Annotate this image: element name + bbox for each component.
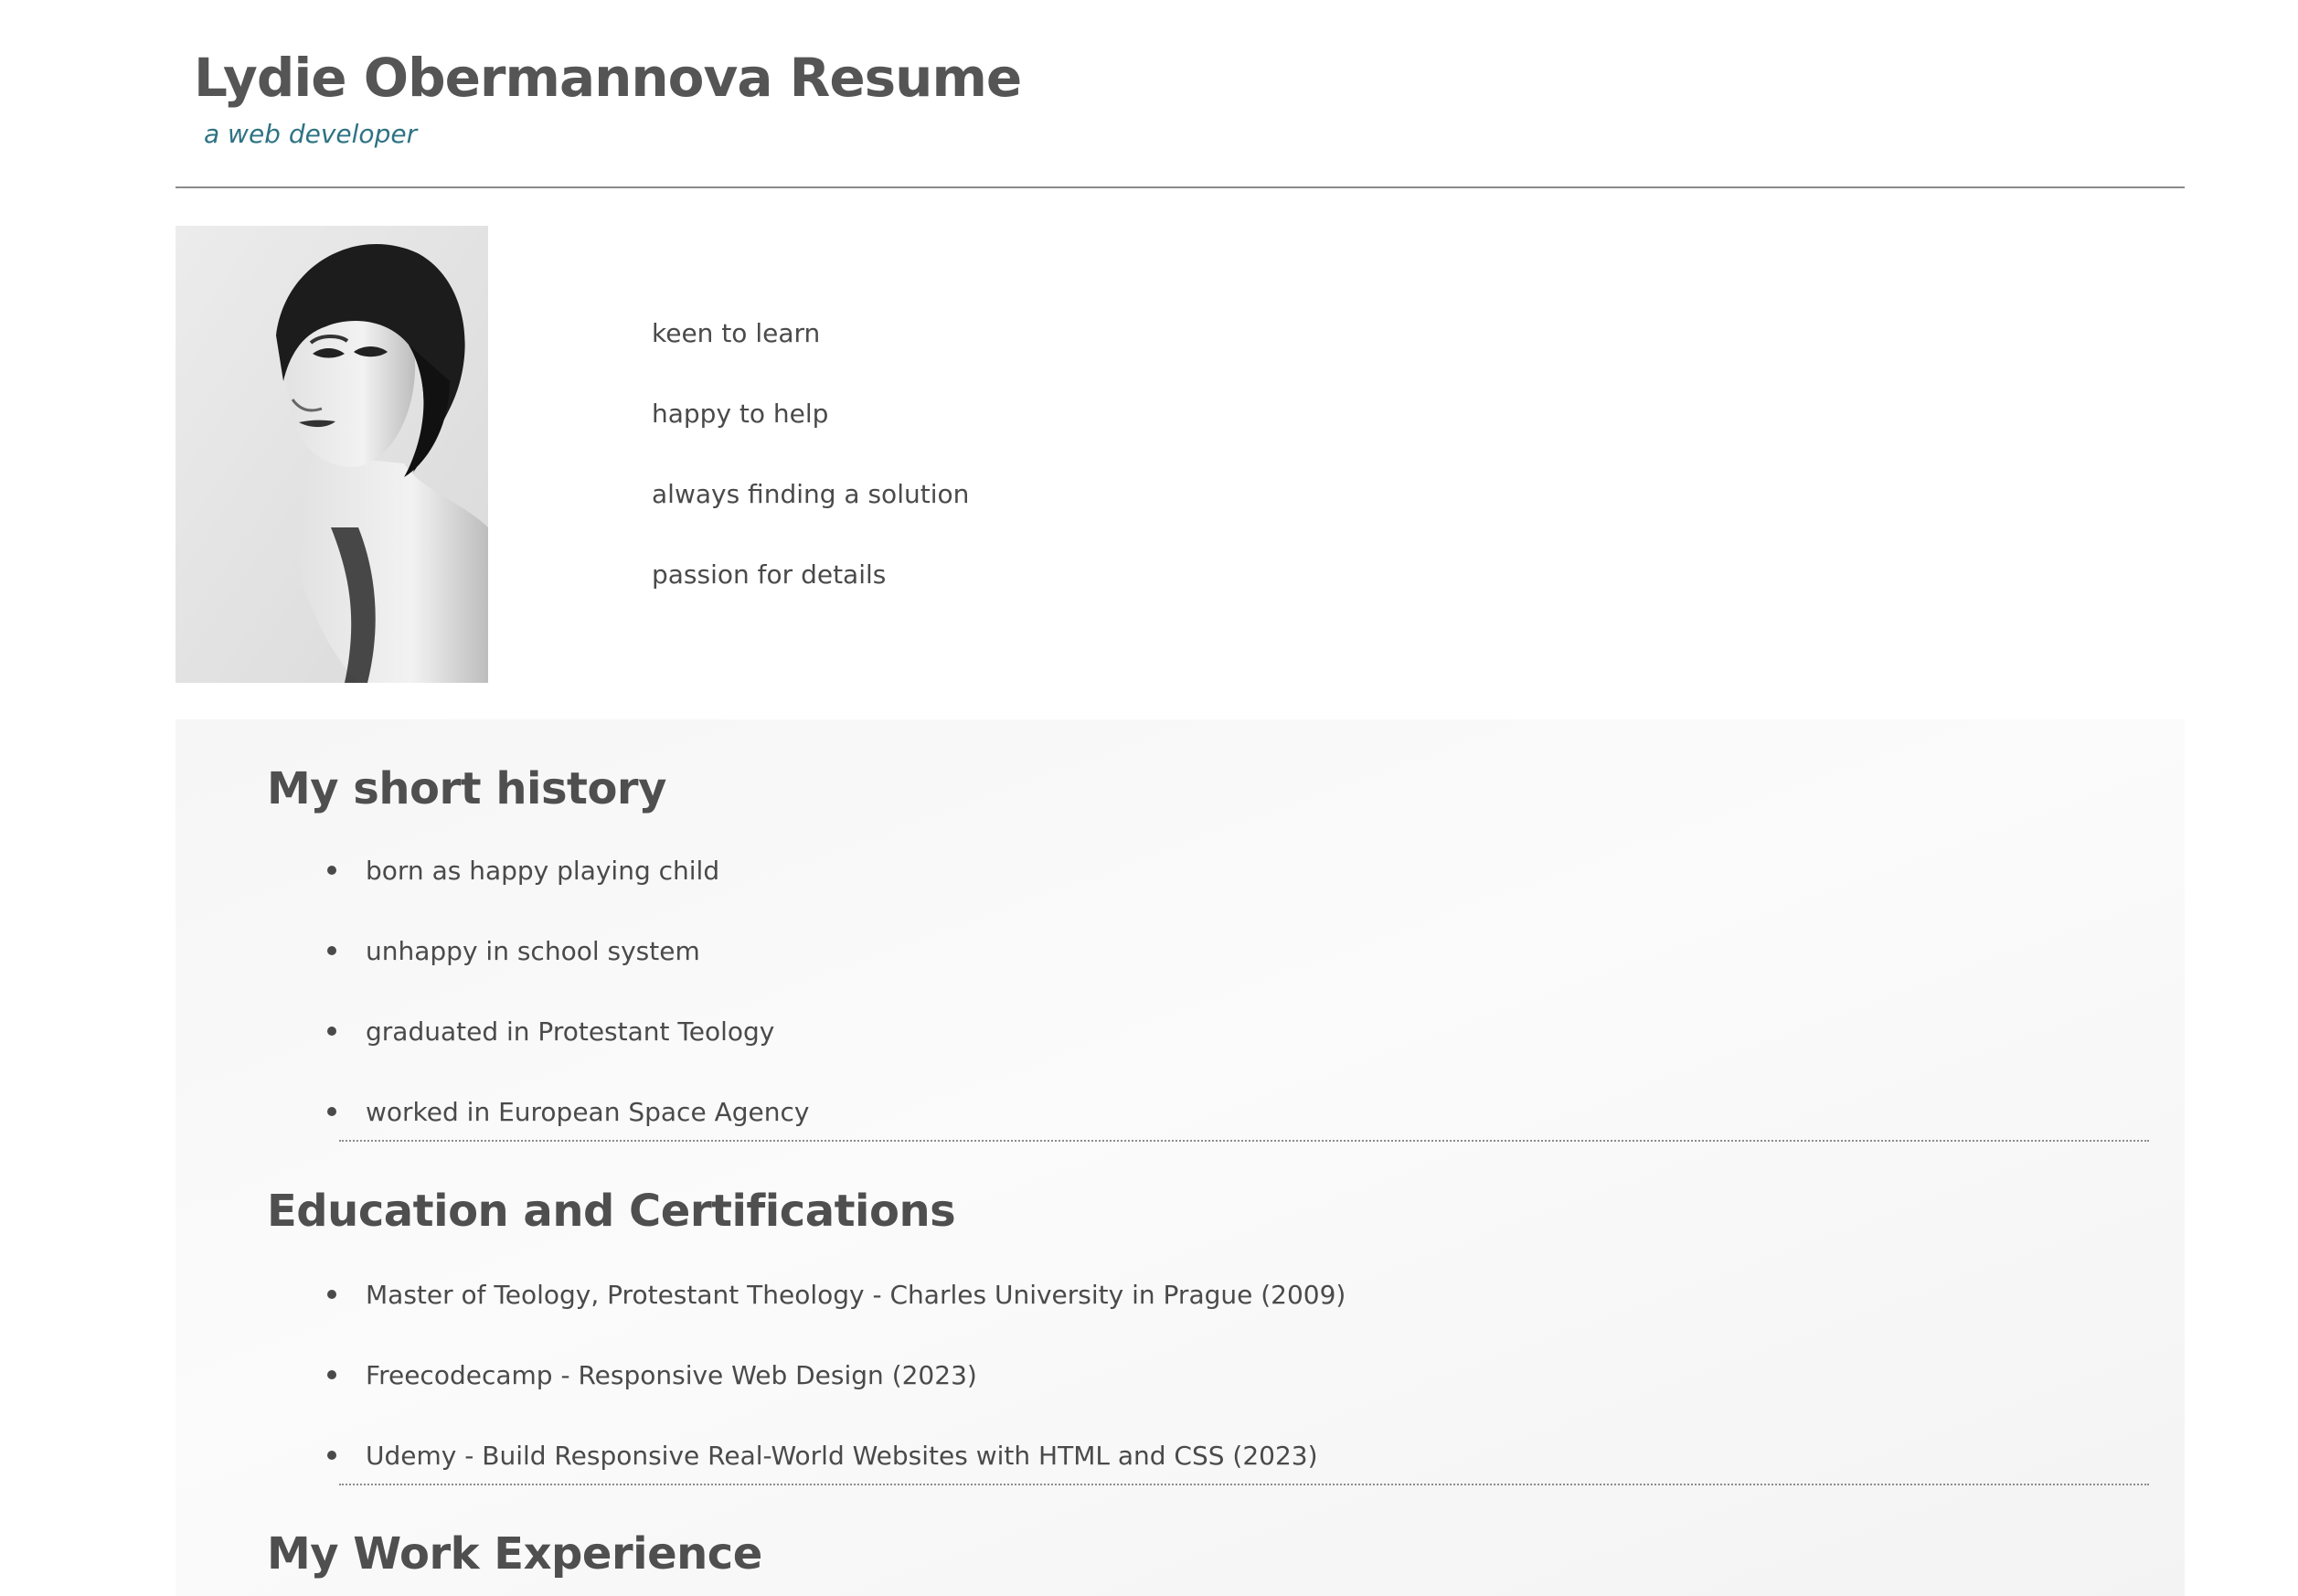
education-item: Udemy - Build Responsive Real-World Webs… (366, 1441, 1318, 1471)
portrait-photo-icon (176, 226, 488, 683)
list-item: graduated in Protestant Teology (327, 1013, 809, 1093)
history-item: graduated in Protestant Teology (366, 1016, 775, 1047)
education-item: Master of Teology, Protestant Theology -… (366, 1280, 1346, 1310)
page-subtitle: a web developer (204, 119, 418, 149)
quality-item: happy to help (652, 399, 829, 429)
qualities-list: keen to learn happy to help always findi… (652, 314, 969, 636)
history-item: worked in European Space Agency (366, 1097, 810, 1127)
page-title: Lydie Obermannova Resume (194, 47, 1022, 109)
list-item: Udemy - Build Responsive Real-World Webs… (327, 1437, 1346, 1517)
history-item: unhappy in school system (366, 936, 700, 966)
bullet-icon (327, 946, 336, 955)
header-divider (176, 186, 2185, 188)
list-item: born as happy playing child (327, 852, 809, 932)
education-list: Master of Teology, Protestant Theology -… (327, 1276, 1346, 1517)
education-divider (339, 1484, 2149, 1485)
quality-item: keen to learn (652, 318, 821, 348)
list-item: worked in European Space Agency (327, 1093, 810, 1174)
bullet-icon (327, 1370, 336, 1379)
quality-item: passion for details (652, 559, 887, 590)
education-item: Freecodecamp - Responsive Web Design (20… (366, 1360, 977, 1390)
bullet-icon (327, 1107, 336, 1116)
history-list: born as happy playing child unhappy in s… (327, 852, 810, 1174)
list-item: unhappy in school system (327, 932, 809, 1013)
profile-photo (176, 226, 488, 683)
history-heading: My short history (267, 763, 666, 814)
resume-content-panel: My short history born as happy playing c… (176, 719, 2185, 1596)
history-divider (339, 1140, 2149, 1142)
list-item: Freecodecamp - Responsive Web Design (20… (327, 1357, 1346, 1437)
education-heading: Education and Certifications (267, 1186, 956, 1237)
bullet-icon (327, 1290, 336, 1299)
list-item: Master of Teology, Protestant Theology -… (327, 1276, 1346, 1357)
bullet-icon (327, 866, 336, 875)
history-item: born as happy playing child (366, 856, 720, 886)
bullet-icon (327, 1451, 336, 1460)
work-heading: My Work Experience (267, 1528, 762, 1580)
quality-item: always finding a solution (652, 479, 970, 509)
bullet-icon (327, 1027, 336, 1036)
